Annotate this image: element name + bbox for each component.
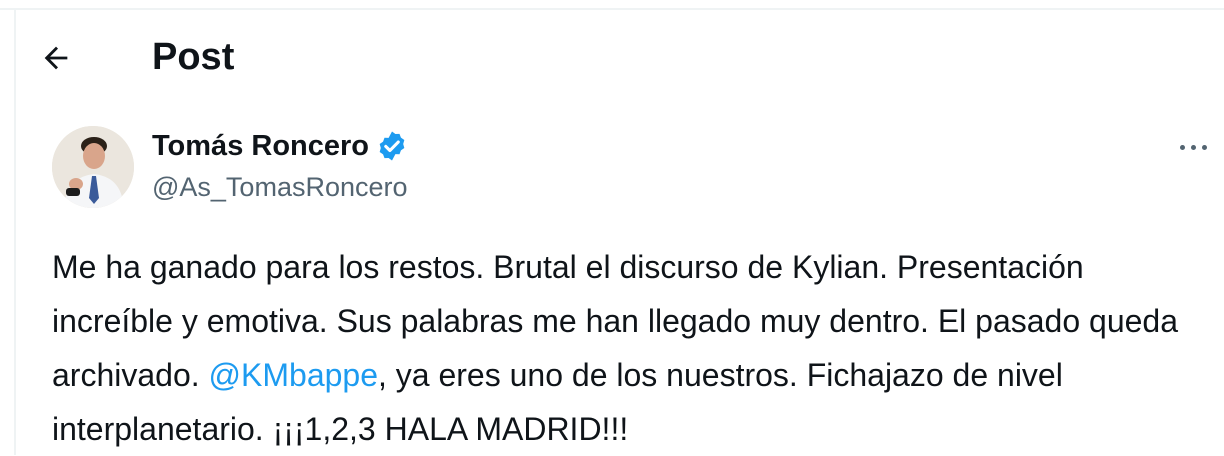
mention-link[interactable]: @KMbappe <box>209 357 378 393</box>
profile-photo <box>52 126 134 208</box>
back-button[interactable] <box>36 38 76 78</box>
page-title: Post <box>152 36 235 78</box>
verified-badge-icon[interactable] <box>375 129 409 163</box>
avatar[interactable] <box>52 126 134 208</box>
more-horizontal-icon <box>1180 144 1185 150</box>
more-options-button[interactable] <box>1180 130 1224 164</box>
author-name[interactable]: Tomás Roncero <box>152 128 369 164</box>
arrow-left-icon <box>44 46 68 70</box>
author-name-row: Tomás Roncero <box>152 128 409 164</box>
post-text: Me ha ganado para los restos. Brutal el … <box>52 240 1212 456</box>
more-dot <box>1202 144 1207 150</box>
author-handle[interactable]: @As_TomasRoncero <box>152 170 408 204</box>
more-dot <box>1191 144 1196 150</box>
